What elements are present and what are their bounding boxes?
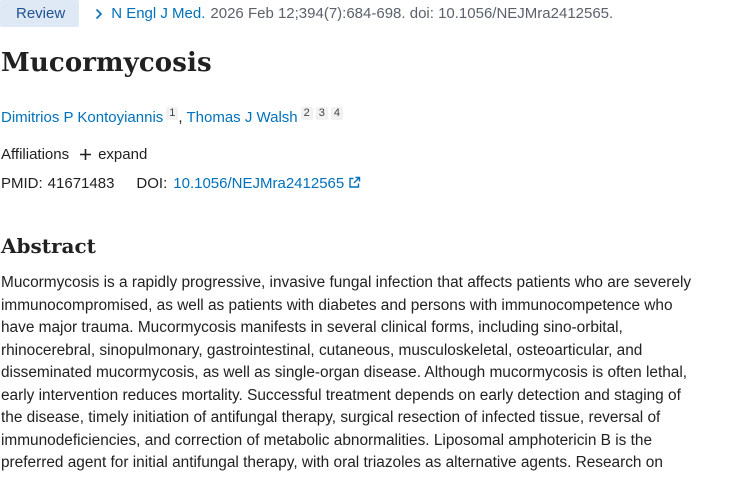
abstract-line: have major trauma. Mucormycosis manifest… <box>1 319 623 336</box>
author-separator: , <box>178 109 183 126</box>
abstract-line: disseminated mucormycosis, as well as si… <box>1 364 688 381</box>
publication-type-badge[interactable]: Review <box>0 0 80 27</box>
journal-citation: N Engl J Med. 2026 Feb 12;394(7):684-698… <box>93 5 613 22</box>
journal-link[interactable]: N Engl J Med. <box>111 5 205 22</box>
abstract-line: Mucormycosis is a rapidly progressive, i… <box>1 274 692 291</box>
affiliation-ref[interactable]: 1 <box>166 107 179 120</box>
affiliation-ref[interactable]: 4 <box>330 107 344 120</box>
identifiers-row: PMID: 41671483 DOI: 10.1056/NEJMra241256… <box>1 175 361 192</box>
abstract-heading: Abstract <box>1 234 96 258</box>
affiliation-ref[interactable]: 2 <box>300 107 313 120</box>
external-link-icon <box>349 176 361 188</box>
expand-affiliations-button[interactable]: expand <box>79 146 147 163</box>
affiliations-label: Affiliations <box>1 146 70 163</box>
pmid-label: PMID: <box>1 175 43 192</box>
abstract-line: the disease, timely initiation of antifu… <box>1 409 661 426</box>
pmid-value: 41671483 <box>47 175 115 192</box>
author-link[interactable]: Dimitrios P Kontoyiannis <box>1 109 163 126</box>
chevron-right-icon[interactable] <box>93 8 105 20</box>
citation-details: 2026 Feb 12;394(7):684-698. doi: 10.1056… <box>210 5 614 22</box>
doi-link[interactable]: 10.1056/NEJMra2412565 <box>173 175 361 192</box>
article-page: Review N Engl J Med. 2026 Feb 12;394(7):… <box>0 0 750 500</box>
abstract-line: rhinocerebral, sinopulmonary, gastrointe… <box>1 341 643 359</box>
affiliations-row: Affiliations expand <box>1 146 147 163</box>
author-link[interactable]: Thomas J Walsh <box>187 109 298 126</box>
plus-icon <box>80 149 92 160</box>
abstract-line: preferred agent for initial antifungal t… <box>1 454 663 471</box>
author-list: Dimitrios P Kontoyiannis 1, Thomas J Wals… <box>1 107 344 126</box>
article-title: Mucormycosis <box>1 48 212 78</box>
citation-line: Review N Engl J Med. 2026 Feb 12;394(7):… <box>0 0 613 27</box>
doi-label: DOI: <box>136 175 168 192</box>
abstract-line: immunodeficiencies, and correction of me… <box>1 431 652 449</box>
abstract-line: early intervention reduces mortality. Su… <box>1 386 681 404</box>
abstract-text: Mucormycosis is a rapidly progressive, i… <box>1 272 750 475</box>
expand-label: expand <box>98 146 148 163</box>
abstract-line: immunocompromised, as well as patients w… <box>1 296 673 314</box>
doi-value: 10.1056/NEJMra2412565 <box>173 175 345 192</box>
affiliation-ref[interactable]: 3 <box>315 107 328 120</box>
